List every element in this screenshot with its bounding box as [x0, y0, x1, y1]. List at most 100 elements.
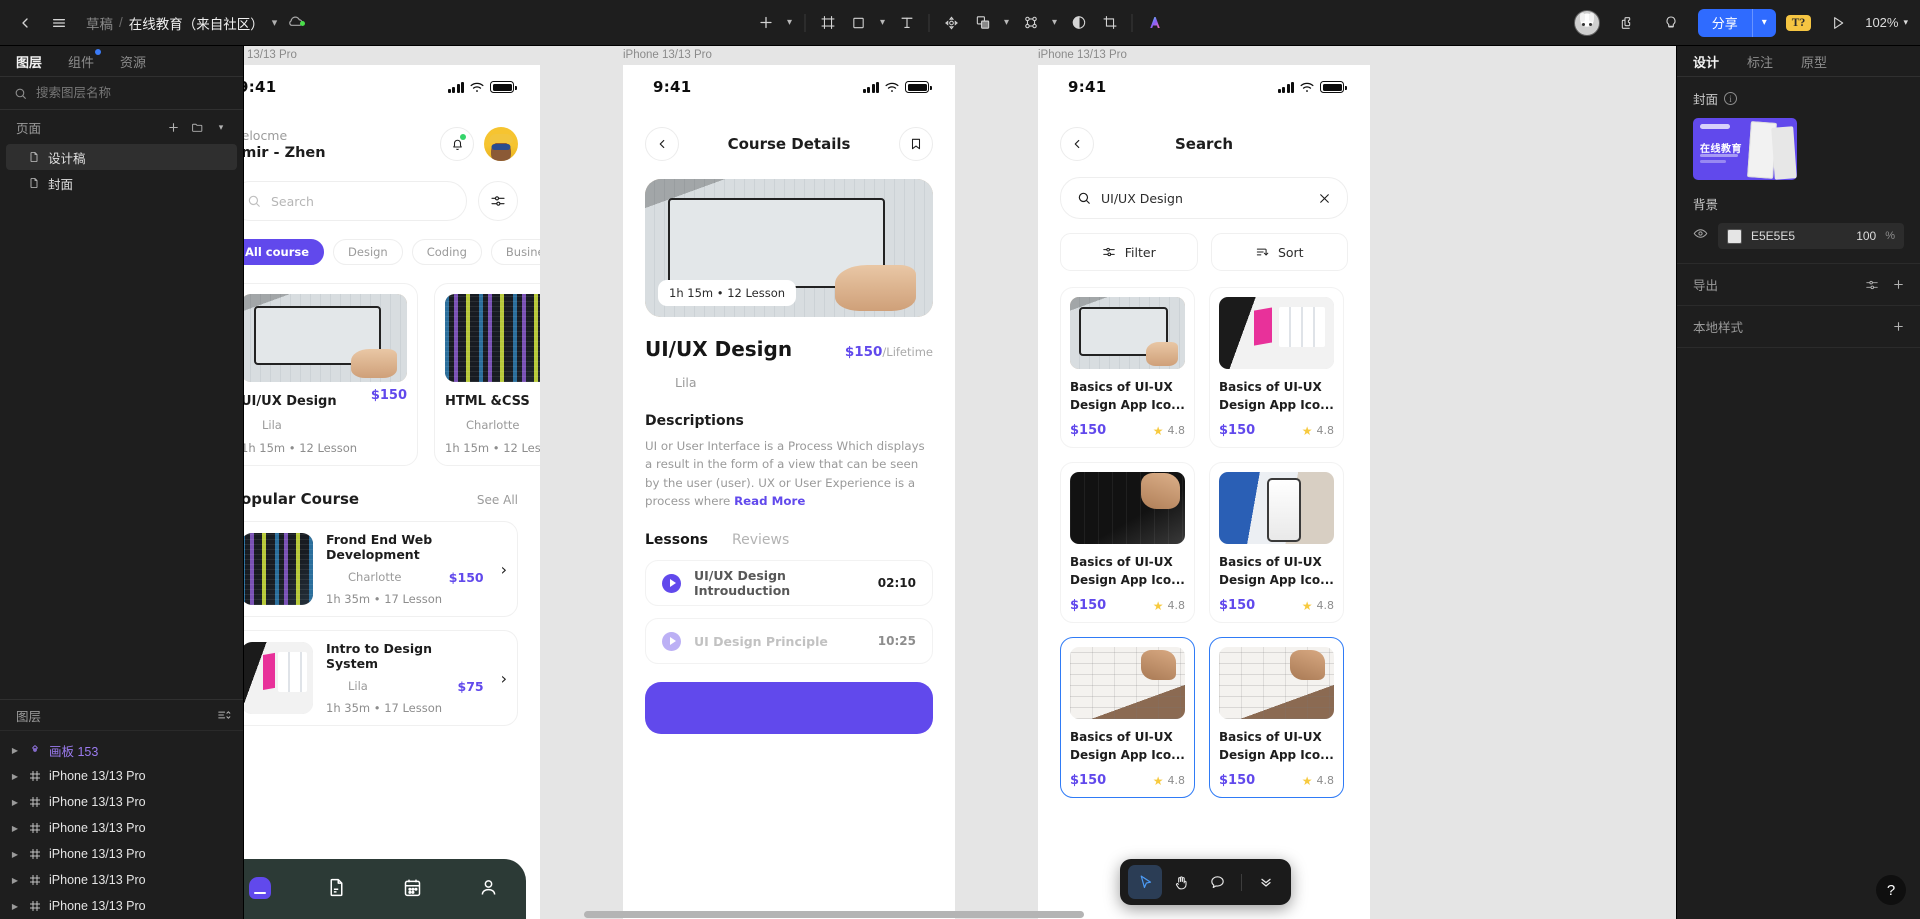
collapse-pages-chevron-icon[interactable]: ▾: [211, 117, 231, 137]
course-card[interactable]: HTML &CSS $150 Charlotte 1h 15m • 12 Les…: [434, 283, 540, 466]
filter-button[interactable]: Filter: [1060, 233, 1198, 271]
background-color-field[interactable]: E5E5E5 100 %: [1718, 223, 1904, 249]
info-icon[interactable]: i: [1724, 92, 1738, 105]
popular-course-item[interactable]: Intro to Design System Lila $75 1h 35m •…: [244, 630, 518, 726]
result-card[interactable]: Basics of UI-UX Design App Ico... $150 ★…: [1209, 287, 1344, 448]
phone-screen-course-details[interactable]: 9:41 Course Details 1h 15m • 12 Lesson U…: [623, 65, 955, 919]
result-card[interactable]: Basics of UI-UX Design App Ico... $150 ★…: [1060, 637, 1195, 798]
bookmark-button[interactable]: [899, 127, 933, 161]
design-canvas[interactable]: iPhone 13/13 Pro 9:41: [244, 46, 1676, 919]
search-input[interactable]: Search: [244, 181, 467, 221]
sort-button[interactable]: Sort: [1210, 233, 1348, 271]
tab-design[interactable]: 设计: [1693, 52, 1719, 71]
shape-dropdown-chevron-icon[interactable]: ▾: [875, 17, 891, 28]
component-dropdown-chevron-icon[interactable]: ▾: [1047, 17, 1063, 28]
chevron-down-icon[interactable]: ▾: [272, 16, 278, 29]
more-tools-button[interactable]: [1249, 865, 1283, 899]
visibility-eye-icon[interactable]: [1693, 226, 1708, 246]
clear-search-icon[interactable]: [1318, 192, 1331, 205]
tab-calendar[interactable]: [402, 877, 423, 898]
layer-row[interactable]: ▶ iPhone 13/13 Pro: [0, 867, 243, 893]
breadcrumb[interactable]: 草稿 / 在线教育（来自社区） ▾: [86, 13, 277, 33]
layer-row[interactable]: ▶ iPhone 13/13 Pro: [0, 841, 243, 867]
back-icon[interactable]: [8, 6, 42, 40]
ai-sparkle-icon[interactable]: [1140, 8, 1170, 38]
notification-bell-icon[interactable]: [440, 127, 474, 161]
chip-coding[interactable]: Coding: [411, 239, 482, 265]
rectangle-icon[interactable]: [844, 8, 874, 38]
status-badge[interactable]: T?: [1785, 14, 1812, 31]
result-card[interactable]: Basics of UI-UX Design App Ico... $150 ★…: [1060, 462, 1195, 623]
menu-icon[interactable]: [42, 6, 76, 40]
play-icon[interactable]: [662, 573, 681, 593]
horizontal-scrollbar-thumb[interactable]: [584, 911, 1084, 918]
phone-screen-search[interactable]: 9:41 Search UI/UX Design Filter Sort Bas…: [1038, 65, 1370, 919]
search-input[interactable]: [36, 86, 229, 100]
result-card[interactable]: Basics of UI-UX Design App Ico... $150 ★…: [1209, 462, 1344, 623]
popular-course-item[interactable]: Frond End Web Development Charlotte $150…: [244, 521, 518, 617]
frame-label[interactable]: iPhone 13/13 Pro: [1038, 49, 1370, 61]
add-page-icon[interactable]: [163, 117, 183, 137]
share-button[interactable]: 分享 ▾: [1697, 8, 1776, 37]
tab-components[interactable]: 组件: [68, 48, 102, 71]
filter-settings-icon[interactable]: [478, 181, 518, 221]
back-button[interactable]: [645, 127, 679, 161]
layer-row[interactable]: ▶ iPhone 13/13 Pro: [0, 789, 243, 815]
present-play-icon[interactable]: [1821, 6, 1855, 40]
add-dropdown-chevron-icon[interactable]: ▾: [782, 17, 798, 28]
expand-caret-icon[interactable]: ▶: [10, 902, 20, 911]
result-card[interactable]: Basics of UI-UX Design App Ico... $150 ★…: [1209, 637, 1344, 798]
avatar[interactable]: [1573, 9, 1600, 36]
tab-layers[interactable]: 图层: [16, 52, 42, 71]
tab-annotation[interactable]: 标注: [1747, 52, 1773, 71]
breadcrumb-draft[interactable]: 草稿: [86, 13, 113, 33]
boolean-union-icon[interactable]: [968, 8, 998, 38]
zoom-chevron-down-icon[interactable]: ▾: [1903, 17, 1908, 28]
add-export-icon[interactable]: [1888, 275, 1908, 295]
see-all-link[interactable]: See All: [477, 493, 518, 507]
crop-slice-icon[interactable]: [1095, 8, 1125, 38]
zoom-control[interactable]: 102% ▾: [1865, 15, 1908, 30]
chip-business[interactable]: Business: [490, 239, 540, 265]
chip-design[interactable]: Design: [333, 239, 403, 265]
color-opacity-value[interactable]: 100: [1856, 229, 1876, 243]
chevron-right-icon[interactable]: ›: [501, 669, 507, 688]
frame-search[interactable]: iPhone 13/13 Pro 9:41 Search UI/UX Desig…: [1038, 49, 1370, 919]
boolean-dropdown-chevron-icon[interactable]: ▾: [999, 17, 1015, 28]
tab-lessons[interactable]: Lessons: [645, 532, 708, 548]
tab-prototype[interactable]: 原型: [1801, 52, 1827, 71]
mask-contrast-icon[interactable]: [1064, 8, 1094, 38]
page-item-design[interactable]: 设计稿: [6, 144, 237, 170]
cover-thumbnail[interactable]: 在线教育: [1693, 118, 1797, 180]
export-settings-icon[interactable]: [1862, 275, 1882, 295]
tab-documents[interactable]: [326, 877, 347, 898]
expand-caret-icon[interactable]: ▶: [10, 824, 20, 833]
text-icon[interactable]: [892, 8, 922, 38]
expand-caret-icon[interactable]: ▶: [10, 746, 20, 755]
layers-sort-icon[interactable]: [217, 708, 231, 722]
frame-home[interactable]: iPhone 13/13 Pro 9:41: [244, 49, 540, 919]
frame-label[interactable]: iPhone 13/13 Pro: [244, 49, 540, 61]
tab-home[interactable]: [249, 877, 272, 899]
new-folder-icon[interactable]: [187, 117, 207, 137]
share-dropdown-chevron-icon[interactable]: ▾: [1751, 8, 1776, 37]
help-button[interactable]: ?: [1876, 875, 1906, 905]
course-card[interactable]: UI/UX Design $150 Lila 1h 15m • 12 Lesso…: [244, 283, 418, 466]
tab-resources[interactable]: 资源: [120, 52, 146, 71]
phone-screen-home[interactable]: 9:41 Welocme A: [244, 65, 540, 919]
horizontal-scrollbar[interactable]: [244, 910, 1676, 919]
add-local-style-icon[interactable]: [1888, 317, 1908, 337]
color-hex-value[interactable]: E5E5E5: [1751, 229, 1847, 243]
pen-vector-icon[interactable]: [937, 8, 967, 38]
cloud-sync-icon[interactable]: [287, 14, 306, 31]
hand-tool-button[interactable]: [1164, 865, 1198, 899]
play-icon[interactable]: [662, 631, 681, 651]
layer-row[interactable]: ▶ iPhone 13/13 Pro: [0, 763, 243, 789]
breadcrumb-file-name[interactable]: 在线教育（来自社区）: [129, 13, 264, 33]
component-icon[interactable]: [1016, 8, 1046, 38]
color-swatch[interactable]: [1727, 228, 1742, 244]
page-item-cover[interactable]: 封面: [6, 170, 237, 196]
frame-label[interactable]: iPhone 13/13 Pro: [623, 49, 955, 61]
expand-caret-icon[interactable]: ▶: [10, 772, 20, 781]
comment-tool-button[interactable]: [1200, 865, 1234, 899]
